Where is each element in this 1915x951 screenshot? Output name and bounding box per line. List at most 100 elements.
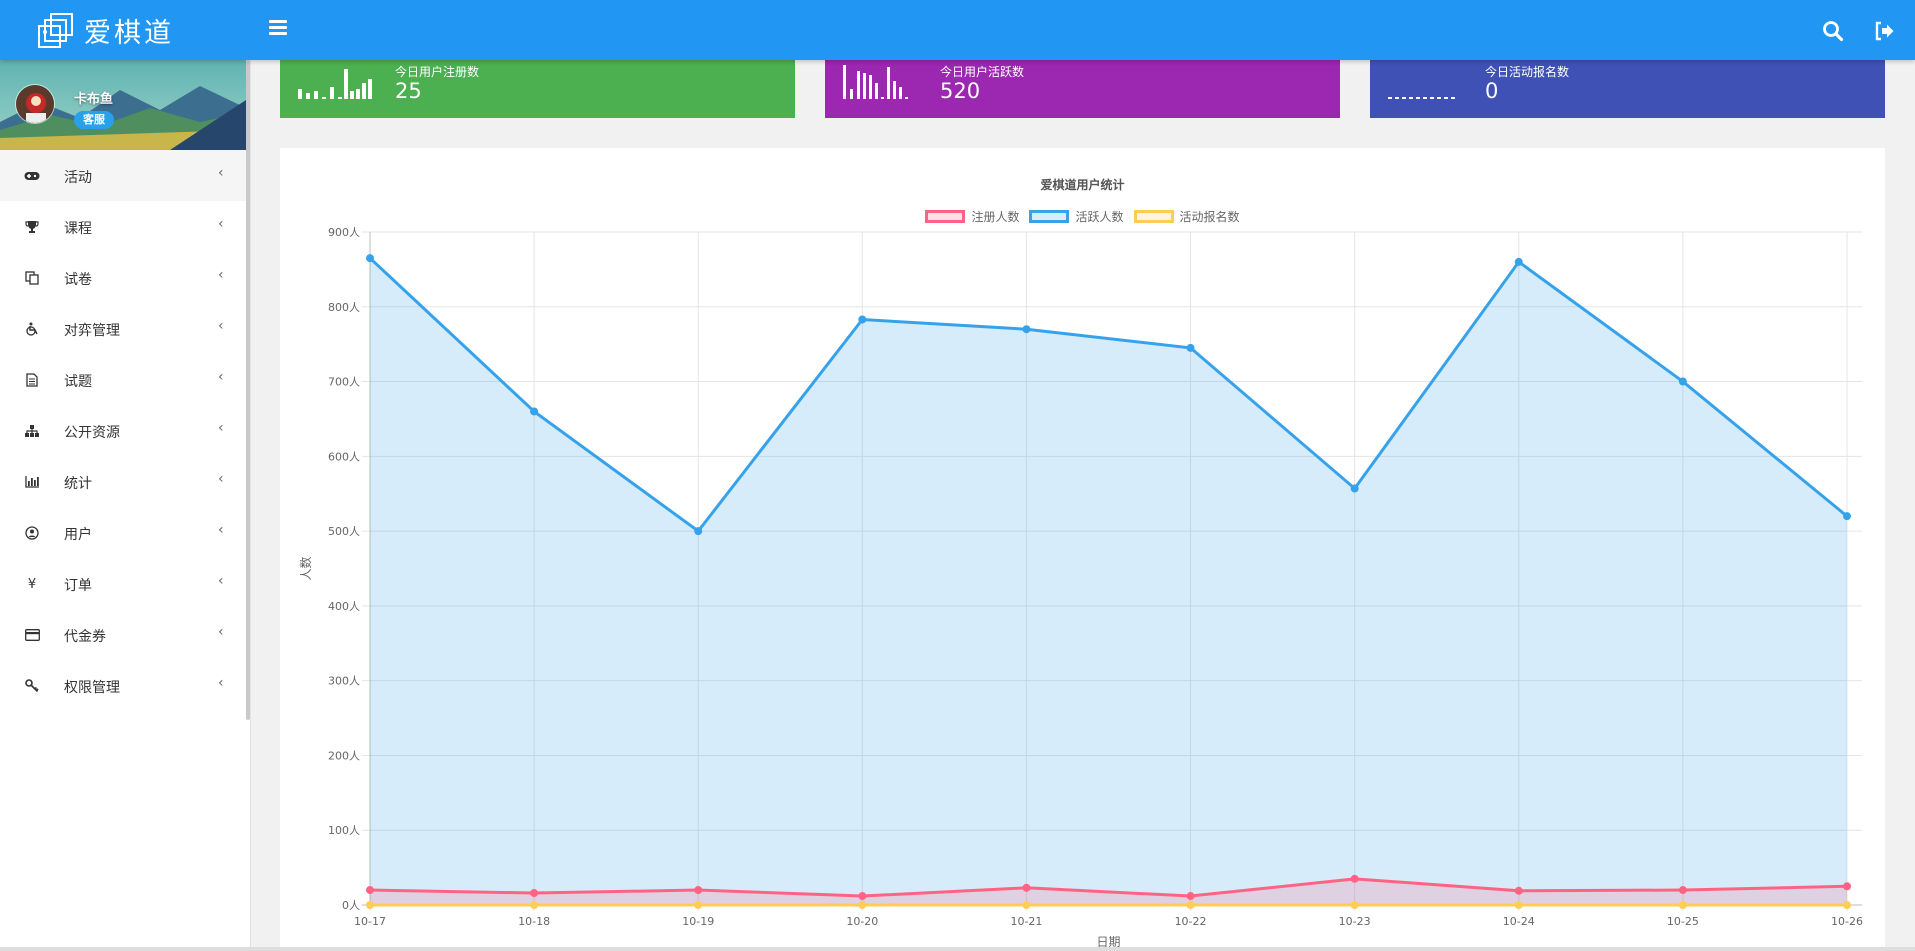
stat-card-active-users[interactable]: 今日用户活跃数 520 [825,54,1340,118]
sparkline-bar-icon [298,69,372,99]
avatar[interactable] [15,84,55,124]
y-tick-label: 800人 [328,301,360,314]
data-point [858,892,867,901]
x-tick-label: 10-22 [1175,915,1207,928]
copy-icon [24,270,40,286]
card-title: 今日用户注册数 [395,65,480,79]
sidebar-item-label: 公开资源 [64,425,120,441]
series-area [370,258,1847,905]
content-divider [250,60,251,951]
y-tick-label: 700人 [328,376,360,389]
x-tick-label: 10-25 [1667,915,1699,928]
y-tick-label: 200人 [328,749,360,762]
user-circle-icon [24,525,40,541]
card-value: 0 [1485,79,1499,103]
sign-out-icon [1875,21,1894,41]
sidebar-nav: 活动 ‹ 课程 ‹ 试卷 ‹ 对弈管理 ‹ 试题 ‹ 公开资源 ‹ 统计 ‹ 用… [0,150,246,711]
sidebar-item-orders[interactable]: ¥ 订单 ‹ [0,558,246,609]
trophy-icon [24,219,40,235]
logout-button[interactable] [1872,18,1898,44]
sidebar-item-label: 课程 [64,221,92,237]
chevron-left-icon: ‹ [218,216,224,232]
sidebar-item-label: 试卷 [64,272,92,288]
logo-icon [38,13,73,48]
data-point [1678,377,1687,386]
sidebar-item-course[interactable]: 课程 ‹ [0,201,246,252]
user-name: 卡布鱼 [74,92,114,107]
sidebar: 卡布鱼 客服 活动 ‹ 课程 ‹ 试卷 ‹ 对弈管理 ‹ 试题 ‹ 公开资源 ‹… [0,60,250,951]
sidebar-item-public-resources[interactable]: 公开资源 ‹ [0,405,246,456]
data-point [366,901,374,909]
data-point [1350,901,1359,909]
y-tick-label: 400人 [328,600,360,613]
horizontal-scrollbar[interactable] [0,947,1915,951]
x-tick-label: 10-21 [1010,915,1042,928]
sidebar-item-statistics[interactable]: 统计 ‹ [0,456,246,507]
chevron-left-icon: ‹ [218,675,224,691]
chevron-left-icon: ‹ [218,624,224,640]
brand-logo[interactable]: 爱棋道 [38,10,174,50]
data-point [1678,901,1687,909]
sidebar-item-vouchers[interactable]: 代金券 ‹ [0,609,246,660]
chevron-left-icon: ‹ [218,267,224,283]
data-point [530,901,539,909]
sidebar-item-users[interactable]: 用户 ‹ [0,507,246,558]
data-point [694,886,703,895]
data-point [1350,484,1359,493]
sitemap-icon [24,423,40,439]
y-tick-label: 600人 [328,450,360,463]
chevron-left-icon: ‹ [218,522,224,538]
sidebar-item-exam-paper[interactable]: 试卷 ‹ [0,252,246,303]
data-point [1186,343,1195,352]
sidebar-item-game-management[interactable]: 对弈管理 ‹ [0,303,246,354]
wheelchair-icon [24,321,40,337]
sidebar-item-activity[interactable]: 活动 ‹ [0,150,246,201]
sidebar-item-label: 对弈管理 [64,323,120,339]
yen-icon: ¥ [27,576,37,592]
stat-card-event-signups[interactable]: 今日活动报名数 0 [1370,54,1885,118]
data-point [1843,901,1851,909]
search-icon [1823,21,1844,42]
data-point [1186,901,1195,909]
sidebar-item-label: 统计 [64,476,92,492]
data-point [1514,901,1523,909]
card-title: 今日活动报名数 [1485,65,1570,79]
sidebar-item-permissions[interactable]: 权限管理 ‹ [0,660,246,711]
card-title: 今日用户活跃数 [940,65,1025,79]
x-tick-label: 10-18 [518,915,550,928]
data-point [366,886,374,895]
x-tick-label: 10-26 [1831,915,1863,928]
data-point [1514,886,1523,895]
x-tick-label: 10-17 [354,915,386,928]
y-tick-label: 900人 [328,226,360,239]
sidebar-item-label: 活动 [64,170,92,186]
data-point [1843,512,1851,521]
chevron-left-icon: ‹ [218,318,224,334]
data-point [858,901,867,909]
credit-card-icon [24,627,40,643]
data-point [1022,883,1031,892]
menu-toggle-button[interactable] [266,17,290,43]
sparkline-bar-icon [1388,97,1455,99]
sidebar-item-questions[interactable]: 试题 ‹ [0,354,246,405]
data-point [1022,901,1031,909]
data-point [1350,874,1359,883]
user-profile-panel: 卡布鱼 客服 [0,60,246,150]
chevron-left-icon: ‹ [218,165,224,181]
x-tick-label: 10-24 [1503,915,1535,928]
brand-name: 爱棋道 [84,17,174,49]
role-badge: 客服 [74,111,114,129]
data-point [1186,892,1195,901]
search-button[interactable] [1820,18,1846,44]
card-value: 520 [940,79,981,103]
card-value: 25 [395,79,422,103]
sparkline-bar-icon [843,65,908,99]
data-point [366,254,374,263]
sidebar-item-label: 用户 [64,527,92,543]
x-tick-label: 10-19 [682,915,714,928]
data-point [1843,882,1851,891]
stat-card-registrations[interactable]: 今日用户注册数 25 [280,54,795,118]
gamepad-icon [24,168,40,184]
data-point [530,889,539,898]
y-tick-label: 300人 [328,675,360,688]
